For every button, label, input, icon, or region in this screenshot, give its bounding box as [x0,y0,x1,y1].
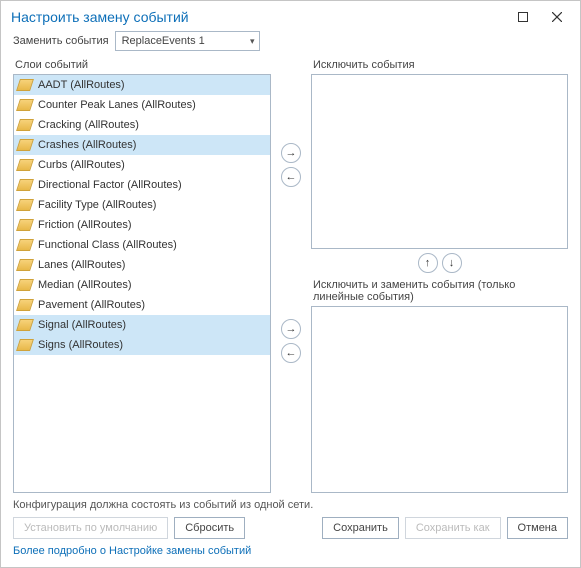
list-item-label: Curbs (AllRoutes) [38,159,125,171]
list-item-label: Pavement (AllRoutes) [38,299,145,311]
list-item[interactable]: Signal (AllRoutes) [14,315,270,335]
list-item-label: Lanes (AllRoutes) [38,259,125,271]
close-icon [552,12,562,22]
close-button[interactable] [540,6,574,28]
arrow-up-icon: ↑ [425,257,431,269]
move-right-bottom-button[interactable]: → [281,319,301,339]
arrow-down-icon: ↓ [449,257,455,269]
dialog-body: Слои событий AADT (AllRoutes) Counter Pea… [1,57,580,493]
arrow-right-icon: → [286,323,297,335]
event-layers-label: Слои событий [15,59,271,71]
event-layers-listbox[interactable]: AADT (AllRoutes) Counter Peak Lanes (AllR… [13,74,271,493]
layer-icon [18,139,32,151]
layer-icon [18,159,32,171]
layer-icon [18,199,32,211]
exclude-events-listbox[interactable] [311,74,568,249]
list-item-label: Directional Factor (AllRoutes) [38,179,182,191]
config-note: Конфигурация должна состоять из событий … [1,493,580,517]
arrow-left-icon: ← [286,171,297,183]
list-item[interactable]: Median (AllRoutes) [14,275,270,295]
layer-icon [18,99,32,111]
layer-icon [18,219,32,231]
exclude-replace-label: Исключить и заменить события (только лин… [313,279,568,303]
dialog-window: Настроить замену событий Заменить событи… [0,0,581,568]
move-down-button[interactable]: ↓ [442,253,462,273]
layer-icon [18,79,32,91]
list-item[interactable]: AADT (AllRoutes) [14,75,270,95]
list-item[interactable]: Lanes (AllRoutes) [14,255,270,275]
move-up-button[interactable]: ↑ [418,253,438,273]
event-layers-column: Слои событий AADT (AllRoutes) Counter Pea… [13,57,271,493]
list-item-label: Counter Peak Lanes (AllRoutes) [38,99,196,111]
reset-button[interactable]: Сбросить [174,517,245,539]
button-row: Установить по умолчанию Сбросить Сохрани… [1,517,580,545]
maximize-icon [518,12,528,22]
move-left-top-button[interactable]: ← [281,167,301,187]
list-item[interactable]: Directional Factor (AllRoutes) [14,175,270,195]
set-default-button: Установить по умолчанию [13,517,168,539]
cancel-button[interactable]: Отмена [507,517,568,539]
list-item[interactable]: Friction (AllRoutes) [14,215,270,235]
exclude-replace-listbox[interactable] [311,306,568,493]
layer-icon [18,299,32,311]
list-item-label: Signal (AllRoutes) [38,319,126,331]
transfer-buttons-column: → ← → ← [279,57,303,493]
reorder-buttons-row: ↑ ↓ [311,251,568,275]
dialog-title: Настроить замену событий [11,9,506,25]
arrow-left-icon: ← [286,347,297,359]
list-item-label: Signs (AllRoutes) [38,339,123,351]
list-item-label: AADT (AllRoutes) [38,79,125,91]
list-item[interactable]: Signs (AllRoutes) [14,335,270,355]
list-item-label: Median (AllRoutes) [38,279,132,291]
save-button[interactable]: Сохранить [322,517,399,539]
list-item[interactable]: Pavement (AllRoutes) [14,295,270,315]
exclude-events-label: Исключить события [313,59,568,71]
titlebar: Настроить замену событий [1,1,580,29]
list-item-label: Friction (AllRoutes) [38,219,132,231]
list-item[interactable]: Counter Peak Lanes (AllRoutes) [14,95,270,115]
list-item[interactable]: Facility Type (AllRoutes) [14,195,270,215]
move-left-bottom-button[interactable]: ← [281,343,301,363]
replace-events-label: Заменить события [13,35,109,47]
layer-icon [18,179,32,191]
list-item[interactable]: Curbs (AllRoutes) [14,155,270,175]
replace-events-dropdown[interactable]: ReplaceEvents 1 ▾ [115,31,260,51]
arrow-right-icon: → [286,147,297,159]
layer-icon [18,259,32,271]
layer-icon [18,339,32,351]
right-column: Исключить события ↑ ↓ Исключить и замени… [311,57,568,493]
list-item-label: Functional Class (AllRoutes) [38,239,177,251]
layer-icon [18,239,32,251]
replace-events-row: Заменить события ReplaceEvents 1 ▾ [1,29,580,57]
maximize-button[interactable] [506,6,540,28]
layer-icon [18,319,32,331]
layer-icon [18,119,32,131]
help-link-row: Более подробно о Настройке замены событи… [1,545,580,567]
move-right-top-button[interactable]: → [281,143,301,163]
list-item-label: Crashes (AllRoutes) [38,139,136,151]
save-as-button: Сохранить как [405,517,501,539]
list-item[interactable]: Cracking (AllRoutes) [14,115,270,135]
chevron-down-icon: ▾ [250,36,255,47]
dropdown-value: ReplaceEvents 1 [122,35,205,47]
list-item[interactable]: Crashes (AllRoutes) [14,135,270,155]
list-item-label: Cracking (AllRoutes) [38,119,139,131]
layer-icon [18,279,32,291]
help-link[interactable]: Более подробно о Настройке замены событи… [13,545,251,557]
list-item-label: Facility Type (AllRoutes) [38,199,156,211]
list-item[interactable]: Functional Class (AllRoutes) [14,235,270,255]
